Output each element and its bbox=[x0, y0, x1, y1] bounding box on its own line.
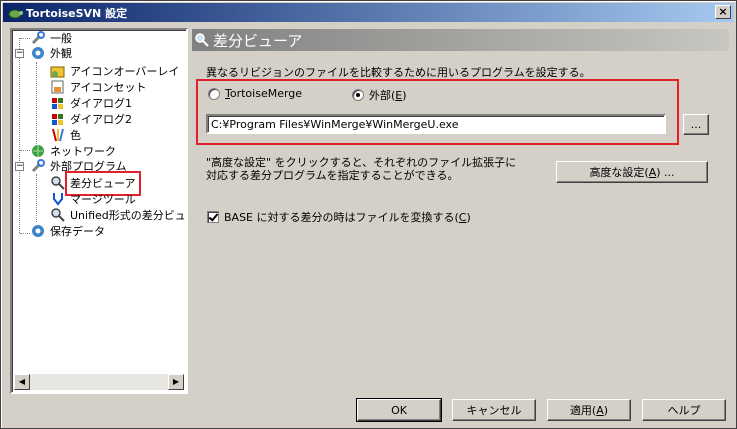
scroll-right-button[interactable]: ▶ bbox=[168, 374, 184, 390]
tree-horizontal-scrollbar[interactable]: ◀ ▶ bbox=[14, 374, 184, 390]
panel-header: 差分ビューア bbox=[192, 29, 729, 51]
tree-item-colors[interactable]: 色 bbox=[50, 127, 83, 143]
ok-button[interactable]: OK bbox=[356, 398, 442, 422]
note-line-1: "高度な設定" をクリックすると、それぞれのファイル拡張子に bbox=[206, 156, 517, 169]
windows-flag-icon bbox=[50, 111, 66, 127]
tree-item-dialogs-1[interactable]: ダイアログ1 bbox=[50, 95, 134, 111]
gear-icon bbox=[30, 223, 46, 239]
radio-external[interactable]: 外部(E) bbox=[352, 87, 407, 103]
tree-line bbox=[20, 150, 30, 151]
browse-button[interactable]: ... bbox=[683, 114, 709, 135]
windows-flag-icon bbox=[50, 95, 66, 111]
apply-button[interactable]: 適用(A) bbox=[547, 399, 631, 421]
close-button[interactable]: × bbox=[715, 5, 731, 19]
wrench-icon bbox=[30, 30, 46, 46]
cancel-button[interactable]: キャンセル bbox=[452, 399, 536, 421]
globe-icon bbox=[30, 143, 46, 159]
advanced-settings-note: "高度な設定" をクリックすると、それぞれのファイル拡張子に 対応する差分プログ… bbox=[206, 156, 516, 182]
palette-icon bbox=[50, 127, 66, 143]
advanced-settings-button[interactable]: 高度な設定(A) ... bbox=[556, 161, 708, 183]
tree-line bbox=[36, 174, 37, 222]
convert-base-checkbox[interactable] bbox=[207, 211, 219, 223]
expander-external-programs[interactable]: − bbox=[15, 162, 24, 171]
gear-icon bbox=[30, 45, 46, 61]
panel-description: 異なるリビジョンのファイルを比較するために用いるプログラムを設定する。 bbox=[206, 66, 591, 79]
tree-line bbox=[20, 38, 30, 39]
tree-item-appearance[interactable]: 外観 bbox=[30, 45, 74, 61]
radio-tortoisemerge-label: TortoiseMerge bbox=[225, 87, 303, 100]
title-bar[interactable]: TortoiseSVN 設定 × bbox=[3, 3, 734, 22]
tortoise-icon bbox=[7, 6, 23, 20]
tree-item-saved-data[interactable]: 保存データ bbox=[30, 223, 107, 239]
tree-line bbox=[36, 62, 37, 150]
settings-window: TortoiseSVN 設定 × 一般 − 外観 アイコンオーバーレイ アイコン… bbox=[0, 0, 737, 429]
convert-base-label: BASE に対する差分の時はファイルを変換する(C) bbox=[224, 211, 471, 224]
help-button[interactable]: ヘルプ bbox=[642, 399, 726, 421]
overlay-icon bbox=[50, 63, 66, 79]
magnifier-icon bbox=[50, 175, 66, 191]
tools-icon bbox=[30, 158, 46, 174]
tree-item-icon-overlays[interactable]: アイコンオーバーレイ bbox=[50, 63, 181, 79]
magnifier-icon bbox=[50, 207, 66, 223]
radio-external-circle[interactable] bbox=[352, 89, 364, 101]
tree-line bbox=[19, 38, 20, 233]
tree-line bbox=[20, 233, 30, 234]
magnifier-icon bbox=[194, 32, 210, 48]
expander-appearance[interactable]: − bbox=[15, 49, 24, 58]
external-diff-path-input[interactable] bbox=[206, 114, 666, 134]
tree-item-general[interactable]: 一般 bbox=[30, 30, 74, 46]
radio-tortoisemerge[interactable]: TortoiseMerge bbox=[208, 87, 302, 100]
scroll-left-button[interactable]: ◀ bbox=[14, 374, 30, 390]
tree-item-merge-tool[interactable]: マージツール bbox=[50, 191, 138, 207]
tree-item-unified-diff-viewer[interactable]: Unified形式の差分ビュ bbox=[50, 207, 186, 223]
tree-item-network[interactable]: ネットワーク bbox=[30, 143, 118, 159]
iconset-icon bbox=[50, 79, 66, 95]
convert-base-checkbox-row[interactable]: BASE に対する差分の時はファイルを変換する(C) bbox=[207, 209, 471, 225]
radio-tortoisemerge-circle[interactable] bbox=[208, 87, 220, 100]
radio-external-label: 外部(E) bbox=[369, 89, 407, 102]
tree-item-icon-set[interactable]: アイコンセット bbox=[50, 79, 148, 95]
window-title: TortoiseSVN 設定 bbox=[26, 6, 128, 20]
merge-icon bbox=[50, 191, 66, 207]
note-line-2: 対応する差分プログラムを指定することができる。 bbox=[206, 169, 459, 182]
panel-title: 差分ビューア bbox=[213, 31, 303, 50]
tree-item-dialogs-2[interactable]: ダイアログ2 bbox=[50, 111, 134, 127]
settings-tree[interactable]: 一般 − 外観 アイコンオーバーレイ アイコンセット ダイアログ1 ダイアログ2… bbox=[10, 28, 188, 394]
